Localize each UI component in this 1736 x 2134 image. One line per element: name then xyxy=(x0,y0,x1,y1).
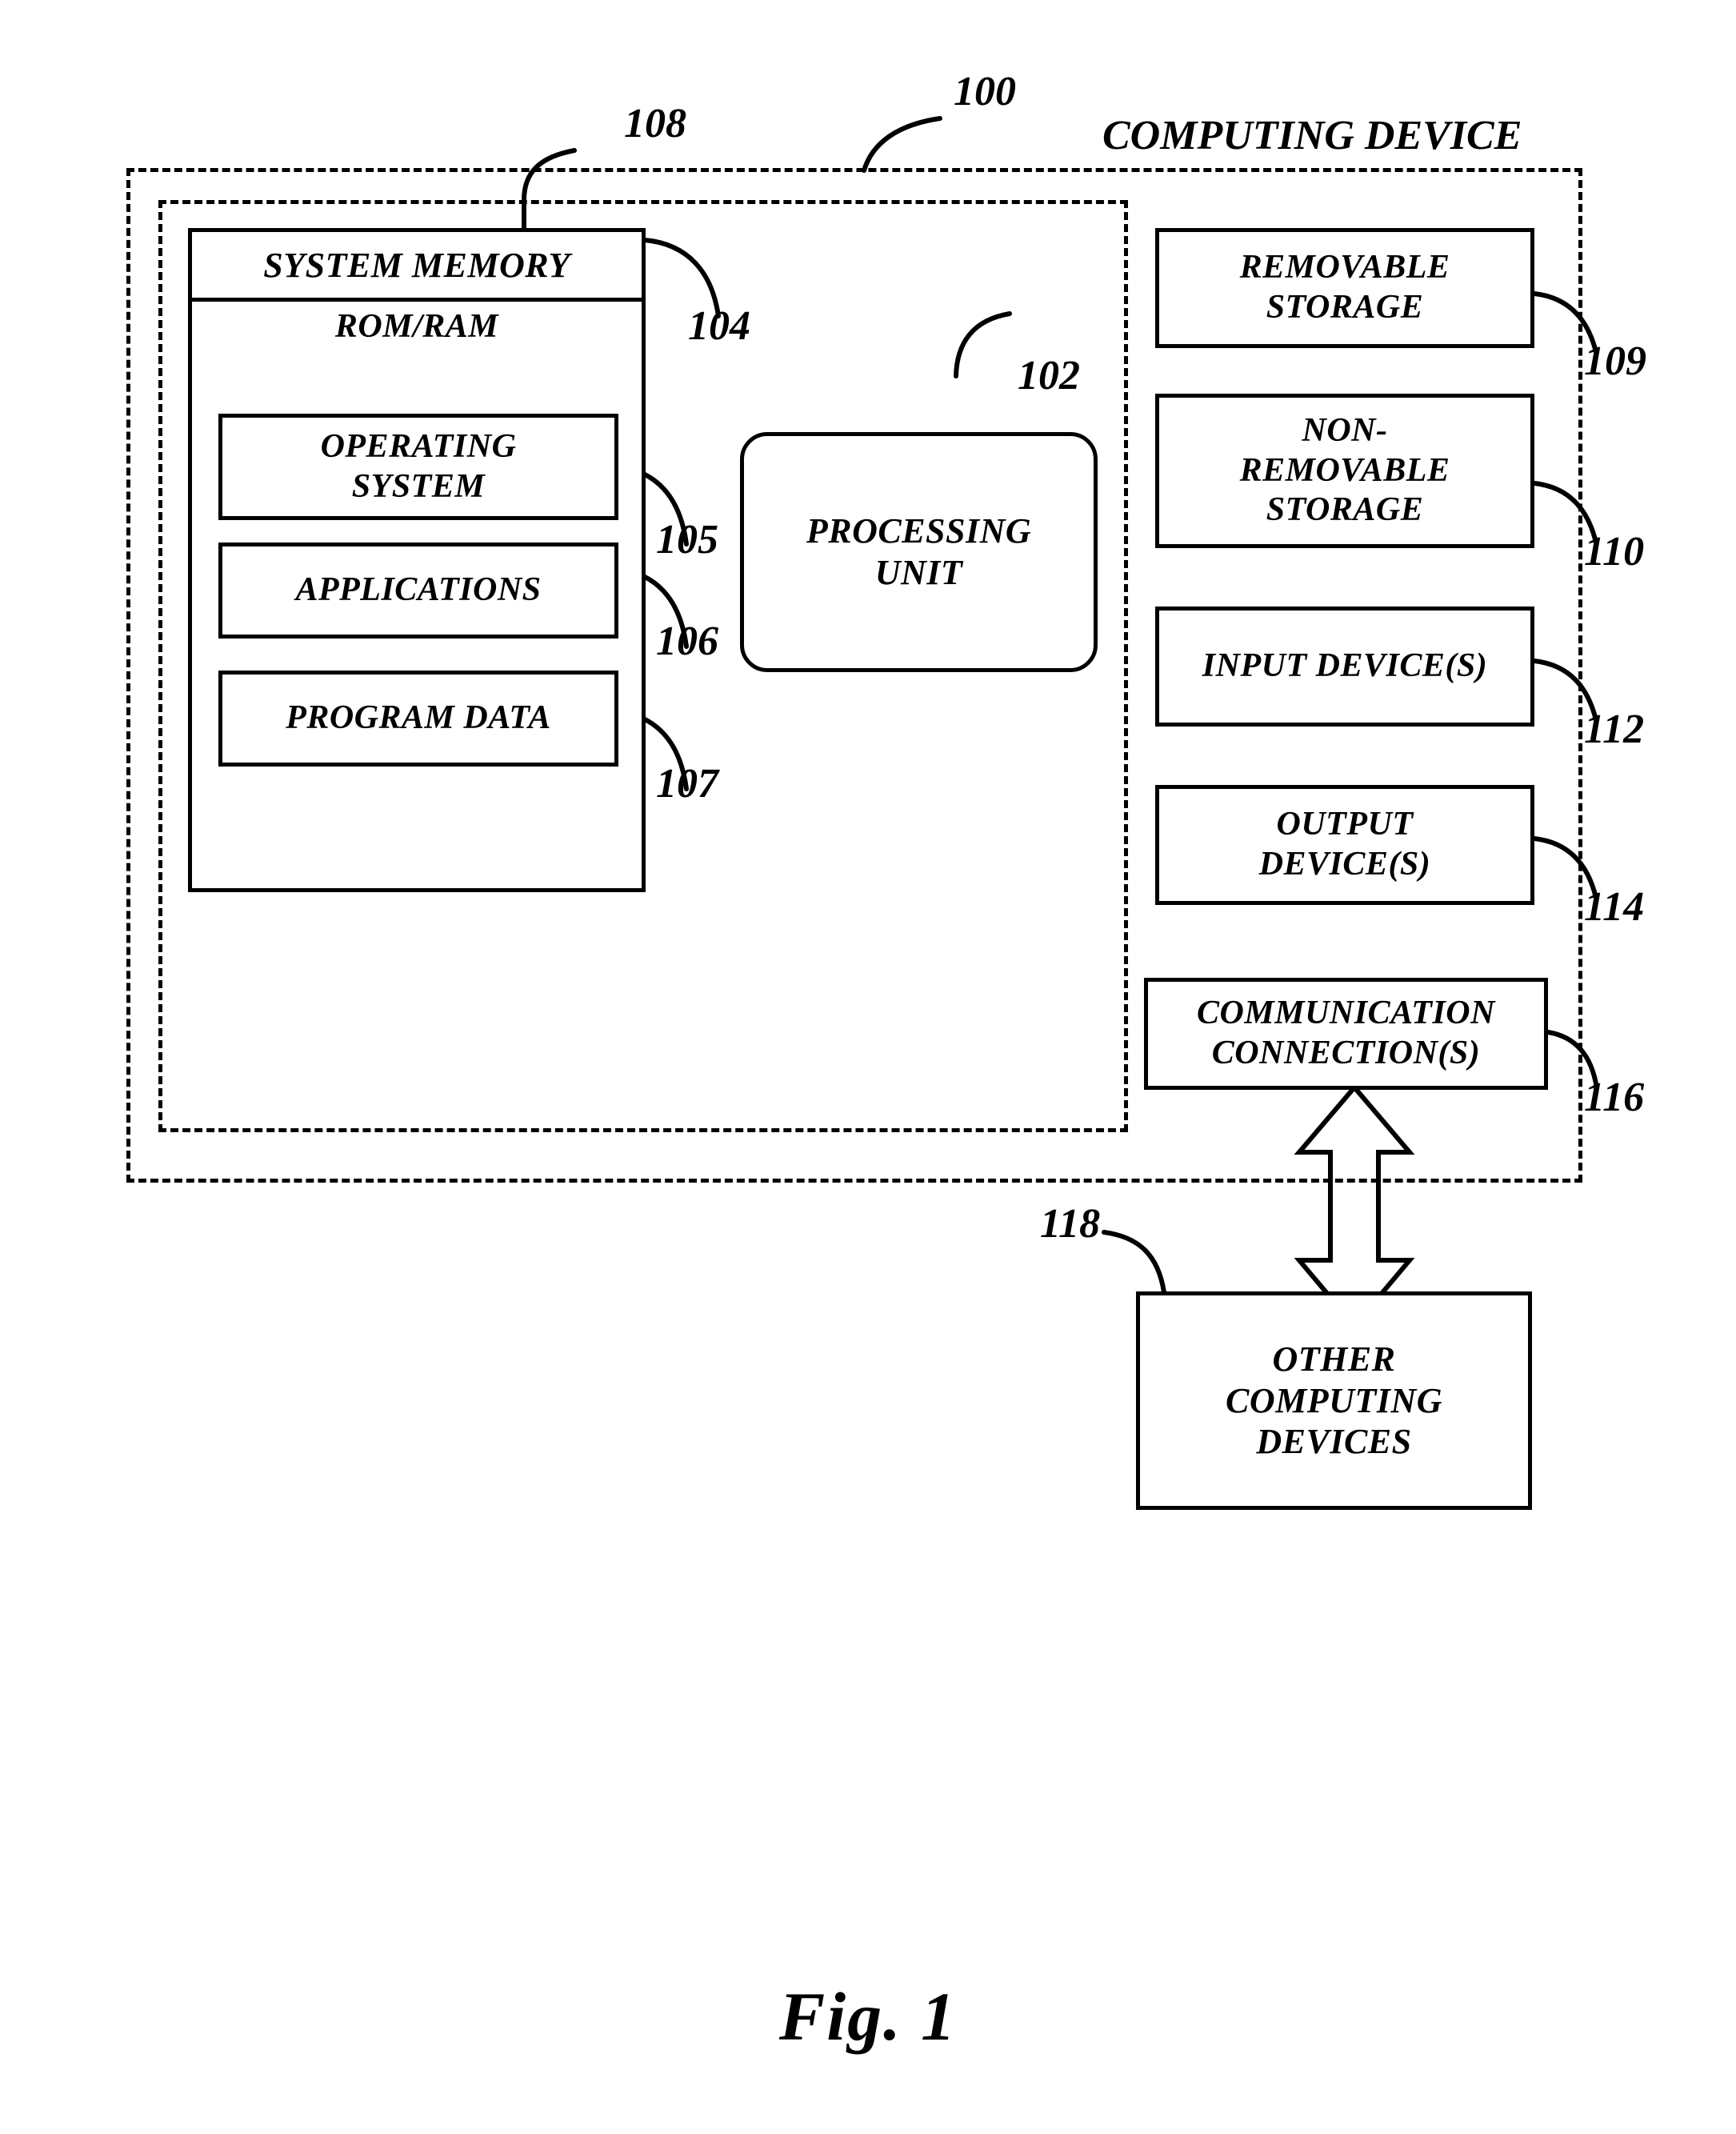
operating-system-block: OPERATING SYSTEM xyxy=(218,414,618,520)
leader-line-100 xyxy=(864,118,940,170)
non-removable-storage-label-line2: REMOVABLE xyxy=(1239,451,1450,489)
figure-caption: Fig. 1 xyxy=(778,1978,958,2055)
ref-numeral-112: 112 xyxy=(1584,707,1645,752)
operating-system-label-line1: OPERATING xyxy=(320,427,517,465)
leader-line-118 xyxy=(1104,1232,1164,1292)
other-computing-devices-label-line1: OTHER xyxy=(1272,1339,1396,1379)
processing-unit-label-line1: PROCESSING xyxy=(806,511,1032,551)
processing-unit-block: PROCESSING UNIT xyxy=(740,432,1098,672)
ref-numeral-110: 110 xyxy=(1584,529,1645,575)
system-memory-label: SYSTEM MEMORY xyxy=(192,232,642,302)
page-title: COMPUTING DEVICE xyxy=(1102,113,1522,158)
output-devices-label-line2: DEVICE(S) xyxy=(1258,846,1431,883)
non-removable-storage-label-line3: STORAGE xyxy=(1266,491,1424,529)
input-devices-label: INPUT DEVICE(S) xyxy=(1202,647,1488,685)
program-data-block: PROGRAM DATA xyxy=(218,671,618,767)
ref-numeral-100: 100 xyxy=(954,69,1016,114)
ref-numeral-105: 105 xyxy=(656,517,718,563)
non-removable-storage-label-line1: NON- xyxy=(1302,412,1388,450)
applications-label: APPLICATIONS xyxy=(295,571,542,609)
removable-storage-block: REMOVABLE STORAGE xyxy=(1155,228,1534,348)
operating-system-label-line2: SYSTEM xyxy=(351,467,486,505)
program-data-label: PROGRAM DATA xyxy=(286,699,551,737)
non-removable-storage-block: NON- REMOVABLE STORAGE xyxy=(1155,394,1534,548)
ref-numeral-108: 108 xyxy=(624,101,686,146)
output-devices-label-line1: OUTPUT xyxy=(1276,806,1414,843)
ref-numeral-114: 114 xyxy=(1584,884,1645,930)
rom-ram-label: ROM/RAM xyxy=(334,308,499,345)
communication-connections-label-line1: COMMUNICATION xyxy=(1197,995,1495,1032)
ref-numeral-116: 116 xyxy=(1584,1075,1645,1120)
communication-connections-label-line2: CONNECTION(S) xyxy=(1211,1035,1481,1071)
removable-storage-label-line1: REMOVABLE xyxy=(1239,249,1450,286)
ref-numeral-109: 109 xyxy=(1584,338,1646,384)
other-computing-devices-block: OTHER COMPUTING DEVICES xyxy=(1136,1291,1532,1510)
output-devices-block: OUTPUT DEVICE(S) xyxy=(1155,785,1534,905)
ref-numeral-118: 118 xyxy=(1040,1201,1101,1247)
ref-numeral-107: 107 xyxy=(656,761,718,807)
system-memory-block: SYSTEM MEMORY ROM/RAM OPERATING SYSTEM A… xyxy=(188,228,646,892)
ref-numeral-104: 104 xyxy=(688,303,750,349)
ref-numeral-102: 102 xyxy=(1018,353,1080,398)
figure-1-block-diagram: COMPUTING DEVICE SYSTEM MEMORY ROM/RAM O… xyxy=(0,0,1736,2134)
processing-unit-label-line2: UNIT xyxy=(874,553,963,592)
applications-block: APPLICATIONS xyxy=(218,543,618,639)
other-computing-devices-label-line3: DEVICES xyxy=(1256,1422,1412,1462)
ref-numeral-106: 106 xyxy=(656,619,718,664)
removable-storage-label-line2: STORAGE xyxy=(1266,289,1424,326)
other-computing-devices-label-line2: COMPUTING xyxy=(1226,1380,1442,1420)
input-devices-block: INPUT DEVICE(S) xyxy=(1155,607,1534,727)
communication-connections-block: COMMUNICATION CONNECTION(S) xyxy=(1144,978,1548,1090)
